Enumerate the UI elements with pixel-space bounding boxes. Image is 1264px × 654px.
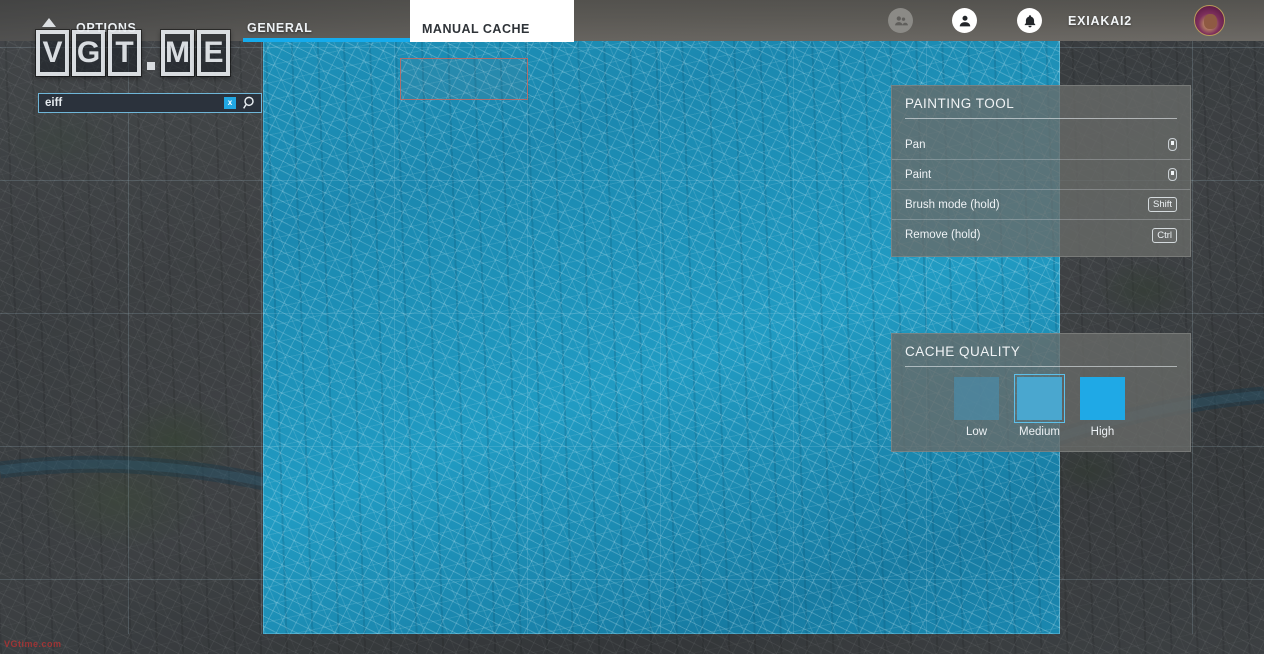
watermark-letter: E bbox=[197, 30, 230, 76]
manual-cache-screen: OPTIONS GENERAL MANUAL CACHE EXIAKAI2 V … bbox=[0, 0, 1264, 654]
painting-tool-row-paint[interactable]: Paint bbox=[892, 160, 1190, 190]
painting-tool-row-brush-mode[interactable]: Brush mode (hold) Shift bbox=[892, 190, 1190, 220]
friends-icon[interactable] bbox=[888, 8, 913, 33]
watermark-letter: T bbox=[108, 30, 141, 76]
cache-quality-option-medium[interactable]: Medium bbox=[1014, 374, 1065, 438]
row-label: Paint bbox=[905, 168, 932, 181]
search-input[interactable] bbox=[39, 97, 224, 109]
profile-icon[interactable] bbox=[952, 8, 977, 33]
clear-search-icon[interactable]: x bbox=[224, 97, 236, 109]
cache-quality-option-high[interactable]: High bbox=[1080, 377, 1125, 438]
tile-selection-rect[interactable] bbox=[400, 58, 528, 100]
search-bar[interactable]: x bbox=[38, 93, 262, 113]
row-label: Pan bbox=[905, 138, 926, 151]
cache-quality-option-low[interactable]: Low bbox=[954, 377, 999, 438]
watermark-letter: G bbox=[72, 30, 105, 76]
painting-tool-row-pan[interactable]: Pan bbox=[892, 130, 1190, 160]
friends-glyph bbox=[894, 15, 908, 25]
username-label: EXIAKAI2 bbox=[1068, 14, 1133, 28]
cache-quality-options: Low Medium High bbox=[892, 367, 1190, 438]
avatar[interactable] bbox=[1194, 5, 1225, 36]
magnifier-glyph bbox=[243, 96, 254, 109]
watermark-dot bbox=[144, 30, 158, 76]
watermark-letter: V bbox=[36, 30, 69, 76]
cache-quality-title: CACHE QUALITY bbox=[905, 344, 1021, 359]
bell-glyph bbox=[1024, 14, 1035, 27]
watermark-letter: M bbox=[161, 30, 194, 76]
up-arrow-icon[interactable] bbox=[42, 18, 56, 27]
bottom-watermark: VGtime.com bbox=[4, 639, 62, 649]
painting-tool-row-remove[interactable]: Remove (hold) Ctrl bbox=[892, 220, 1190, 250]
mouse-right-icon bbox=[1168, 168, 1177, 181]
vgtime-watermark: V G T M E bbox=[36, 30, 230, 76]
nav-item-general[interactable]: GENERAL bbox=[247, 21, 312, 35]
nav-active-underline bbox=[243, 38, 415, 42]
avatar-portrait bbox=[1204, 14, 1217, 29]
mouse-left-icon bbox=[1168, 138, 1177, 151]
quality-label: Medium bbox=[1019, 426, 1060, 438]
quality-swatch[interactable] bbox=[1080, 377, 1125, 420]
key-badge-ctrl: Ctrl bbox=[1152, 227, 1177, 243]
tab-manual-cache-label: MANUAL CACHE bbox=[422, 22, 530, 36]
cache-quality-panel: CACHE QUALITY Low Medium High bbox=[891, 333, 1191, 452]
painting-tool-panel: PAINTING TOOL Pan Paint Brush mode (hold… bbox=[891, 85, 1191, 257]
row-label: Brush mode (hold) bbox=[905, 198, 1000, 211]
row-label: Remove (hold) bbox=[905, 229, 981, 241]
bell-icon[interactable] bbox=[1017, 8, 1042, 33]
profile-glyph bbox=[959, 15, 970, 26]
painting-tool-title: PAINTING TOOL bbox=[905, 96, 1015, 111]
key-badge-shift: Shift bbox=[1147, 197, 1177, 212]
quality-swatch[interactable] bbox=[954, 377, 999, 420]
quality-label: Low bbox=[965, 426, 988, 438]
search-icon[interactable] bbox=[241, 94, 259, 112]
quality-swatch-selected[interactable] bbox=[1014, 374, 1065, 423]
tab-manual-cache[interactable]: MANUAL CACHE bbox=[410, 0, 574, 42]
quality-label: High bbox=[1090, 426, 1115, 438]
